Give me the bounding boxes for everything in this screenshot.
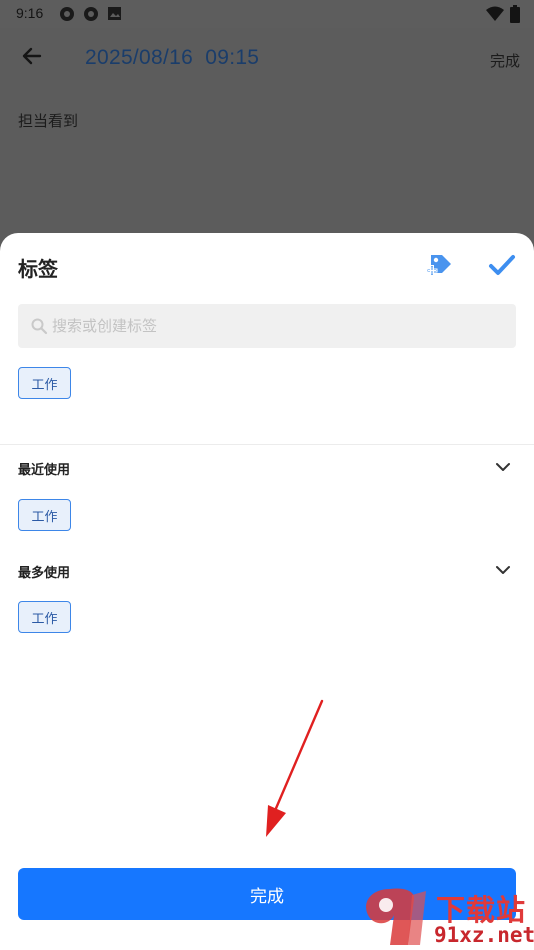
section-divider	[0, 444, 534, 445]
battery-icon	[510, 5, 520, 23]
status-system-icons	[486, 5, 520, 23]
watermark-logo-icon	[366, 888, 426, 945]
chevron-down-icon[interactable]	[494, 561, 512, 579]
selected-tag-chip[interactable]: 工作	[18, 367, 71, 399]
search-icon	[31, 318, 48, 335]
watermark-url-text: 91xz.net	[434, 923, 534, 947]
tag-search-box[interactable]	[18, 304, 516, 348]
frequent-tag-chip[interactable]: 工作	[18, 601, 71, 633]
app-notification-icon	[84, 7, 98, 21]
confirm-check-icon[interactable]	[486, 249, 518, 281]
tag-add-icon[interactable]	[424, 249, 456, 281]
app-notification-icon	[60, 7, 74, 21]
note-datetime[interactable]: 2025/08/16 09:15	[85, 46, 259, 70]
status-notification-icons	[58, 5, 124, 23]
frequent-section-title: 最多使用	[18, 566, 71, 581]
status-time: 9:16	[16, 5, 44, 21]
sheet-title: 标签	[18, 257, 58, 281]
header-done-button[interactable]: 完成	[490, 50, 520, 71]
tag-search-input[interactable]	[52, 304, 502, 348]
image-notification-icon	[108, 7, 121, 20]
tag-bottom-sheet: 标签 工作 最近使用 工作 最多使用 工作 完成	[0, 233, 534, 950]
back-arrow-icon[interactable]	[18, 42, 46, 70]
recent-tag-chip[interactable]: 工作	[18, 499, 71, 531]
site-watermark: 下载站 91xz.net	[360, 885, 534, 950]
annotation-arrow-icon	[266, 699, 324, 837]
recent-section-title: 最近使用	[18, 463, 71, 478]
wifi-icon	[486, 6, 504, 21]
status-bar: 9:16	[0, 0, 534, 28]
note-body: 担当看到	[18, 112, 79, 130]
chevron-down-icon[interactable]	[494, 458, 512, 476]
app-header: 2025/08/16 09:15 完成	[0, 28, 534, 90]
